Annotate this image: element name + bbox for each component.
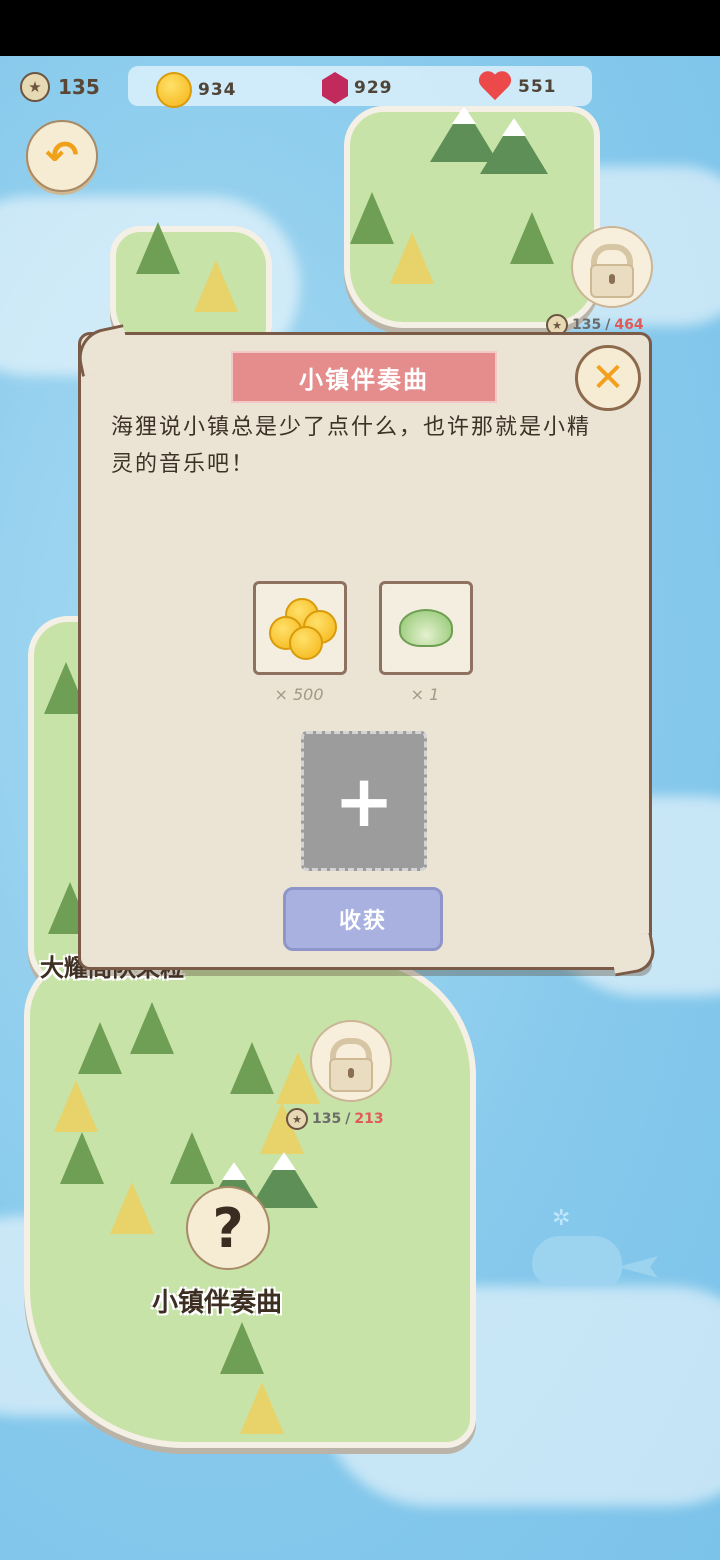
reward-quantity: × 500 (274, 685, 324, 704)
gold-coins-icon (265, 598, 337, 660)
reward-slot-coins[interactable] (253, 581, 347, 675)
lock-progress-south: ★ 135/213 (286, 1108, 384, 1130)
dialog-title-bar: 小镇伴奏曲 (231, 351, 497, 403)
lock-required-stars: 464 (614, 317, 644, 333)
tree (110, 1182, 154, 1234)
quest-dialog: 小镇伴奏曲 ✕ 海狸说小镇总是少了点什么，也许那就是小精灵的音乐吧！ × 500… (73, 324, 658, 977)
mountain (480, 118, 548, 174)
lock-separator: / (345, 1111, 351, 1127)
tree (230, 1042, 274, 1094)
heart-counter: 551 (478, 72, 557, 102)
whale-tail-icon (618, 1256, 658, 1278)
coin-counter: 934 (156, 72, 237, 108)
close-icon: ✕ (591, 355, 625, 401)
cabbage-icon (399, 609, 453, 647)
star-icon: ★ (20, 72, 50, 102)
device-status-strip (0, 0, 720, 56)
harvest-button-label: 收获 (338, 909, 387, 934)
island-top-left[interactable] (110, 222, 272, 348)
tree (78, 1022, 122, 1074)
dialog-title: 小镇伴奏曲 (299, 365, 429, 394)
star-counter: ★ 135 (20, 72, 100, 102)
coin-icon (156, 72, 192, 108)
tree (390, 232, 434, 284)
harvest-button[interactable]: 收获 (283, 887, 443, 951)
gem-value: 929 (354, 78, 393, 98)
star-count-value: 135 (58, 75, 100, 99)
lock-separator: / (605, 317, 611, 333)
lock-current-stars: 135 (572, 317, 602, 333)
close-button[interactable]: ✕ (575, 345, 641, 411)
question-mark-icon: ? (212, 1196, 244, 1260)
plus-icon: + (333, 759, 395, 843)
heart-icon (478, 72, 512, 102)
reward-quantity: × 1 (410, 685, 440, 704)
currency-pill: 934 929 551 (128, 66, 592, 108)
quest-node-label: 小镇伴奏曲 (152, 1288, 283, 1318)
coin-value: 934 (198, 80, 237, 100)
gem-icon (322, 72, 348, 104)
tree (510, 212, 554, 264)
gem-counter: 929 (322, 72, 393, 104)
lock-node-south[interactable] (310, 1020, 392, 1102)
tree (60, 1132, 104, 1184)
lock-current-stars: 135 (312, 1111, 342, 1127)
whale-spout-icon: ✲ (552, 1206, 571, 1231)
lock-node-north[interactable] (571, 226, 653, 308)
reward-slot-cabbage[interactable] (379, 581, 473, 675)
tree (130, 1002, 174, 1054)
island-top-right[interactable] (344, 106, 600, 328)
add-item-slot[interactable]: + (301, 731, 427, 871)
dialog-description: 海狸说小镇总是少了点什么，也许那就是小精灵的音乐吧！ (111, 415, 592, 477)
tree (240, 1382, 284, 1434)
tree (350, 192, 394, 244)
tree (54, 1080, 98, 1132)
resource-bar: ★ 135 934 929 551 (0, 66, 720, 108)
lock-required-stars: 213 (354, 1111, 384, 1127)
tree (220, 1322, 264, 1374)
back-button[interactable]: ↶ (26, 120, 98, 192)
whale-icon (532, 1236, 622, 1286)
tree (194, 260, 238, 312)
quest-node-button[interactable]: ? (186, 1186, 270, 1270)
tree (136, 222, 180, 274)
mountain (250, 1152, 318, 1208)
undo-arrow-icon: ↶ (45, 133, 79, 179)
star-icon: ★ (286, 1108, 308, 1130)
heart-value: 551 (518, 77, 557, 97)
